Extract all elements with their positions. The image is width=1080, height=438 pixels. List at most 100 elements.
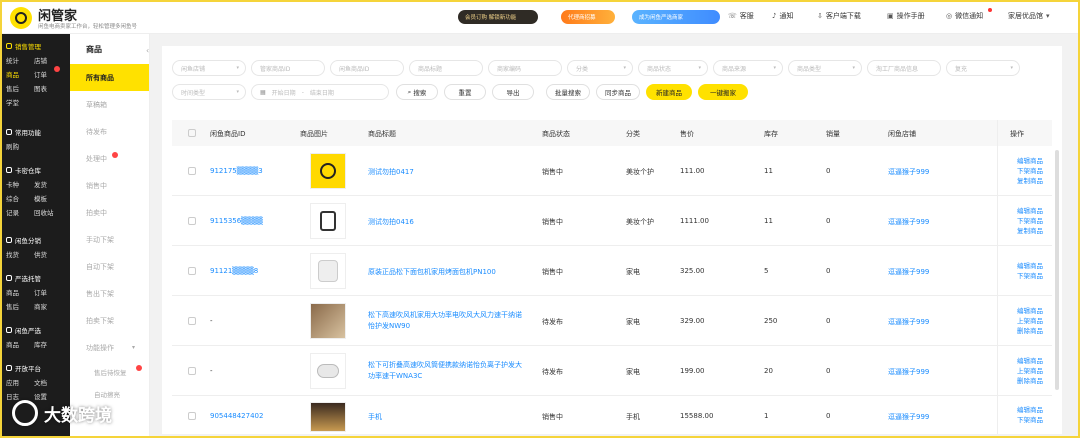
group-cardstore-title[interactable]: 卡密仓库	[2, 164, 70, 176]
manual-link[interactable]: ▣ 操作手册	[887, 11, 925, 21]
product-thumb-hairdryer[interactable]	[310, 353, 346, 389]
export-button[interactable]: 导出	[492, 84, 534, 100]
product-thumb-hairdryer-photo[interactable]	[310, 303, 346, 339]
group-distribution-title[interactable]: 闲鱼分销	[2, 234, 70, 246]
list-product-link[interactable]: 上架商品	[1017, 366, 1043, 376]
shop-link[interactable]: 逗逼猴子999	[888, 267, 929, 277]
group-sales-title[interactable]: 销售管理	[2, 40, 70, 52]
nav-hosting-orders[interactable]: 订单	[34, 287, 64, 297]
reset-button[interactable]: 重置	[444, 84, 486, 100]
date-range-picker[interactable]: ▦ 开始日期 - 结束日期	[251, 84, 389, 100]
product-title-link[interactable]: 测试勿拍0417	[368, 167, 414, 177]
nav-docs[interactable]: 文档	[34, 377, 64, 387]
subnav-processing[interactable]: 处理中	[70, 145, 149, 172]
filter-factory-info[interactable]: 淘工厂商品信息	[867, 60, 941, 76]
shop-link[interactable]: 逗逼猴子999	[888, 217, 929, 227]
filter-category[interactable]: 分类 ▾	[567, 60, 633, 76]
subnav-auction-off[interactable]: 拍卖下架	[70, 307, 149, 334]
subnav-auction[interactable]: 拍卖中	[70, 199, 149, 226]
filter-recharge[interactable]: 复充 ▾	[946, 60, 1020, 76]
shop-link[interactable]: 逗逼猴子999	[888, 412, 929, 422]
group-open-title[interactable]: 开放平台	[2, 362, 70, 374]
search-button[interactable]: ⌕ 搜索	[396, 84, 438, 100]
edit-product-link[interactable]: 编辑商品	[1017, 261, 1043, 271]
filter-status[interactable]: 商品状态 ▾	[638, 60, 708, 76]
row-checkbox[interactable]	[188, 167, 196, 175]
collapse-arrow-icon[interactable]: ‹	[146, 46, 149, 55]
product-title-link[interactable]: 原装正品松下面包机家用烤面包机PN100	[368, 267, 496, 277]
copy-product-link[interactable]: 复制商品	[1017, 226, 1043, 236]
nav-find-goods[interactable]: 找货	[6, 249, 34, 259]
product-thumb-clipboard[interactable]	[310, 203, 346, 239]
filter-shop[interactable]: 闲鱼店铺 ▾	[172, 60, 246, 76]
subnav-manual-off[interactable]: 手动下架	[70, 226, 149, 253]
nav-orders[interactable]: 订单	[34, 66, 64, 79]
nav-aftersale[interactable]: 售后	[6, 83, 34, 93]
product-id-link[interactable]: 91121▒▒▒▒8	[210, 267, 258, 275]
delete-product-link[interactable]: 删除商品	[1017, 376, 1043, 386]
copy-product-link[interactable]: 复制商品	[1017, 176, 1043, 186]
row-checkbox[interactable]	[188, 367, 196, 375]
nav-select-products[interactable]: 商品	[6, 339, 34, 349]
delist-product-link[interactable]: 下架商品	[1017, 271, 1043, 281]
product-id-link[interactable]: 905448427402	[210, 412, 263, 420]
subnav-aftersale-restore[interactable]: 售后待恢复	[70, 361, 149, 383]
nav-ship[interactable]: 发货	[34, 179, 64, 189]
one-click-move-button[interactable]: 一键搬家	[698, 84, 748, 100]
notification-link[interactable]: ♪ 通知	[772, 11, 793, 21]
edit-product-link[interactable]: 编辑商品	[1017, 306, 1043, 316]
row-checkbox[interactable]	[188, 412, 196, 420]
nav-hosting-products[interactable]: 商品	[6, 287, 34, 297]
filter-manager-id[interactable]: 管家商品ID	[251, 60, 325, 76]
row-checkbox[interactable]	[188, 317, 196, 325]
nav-records[interactable]: 记录	[6, 207, 34, 217]
edit-product-link[interactable]: 编辑商品	[1017, 156, 1043, 166]
shop-link[interactable]: 逗逼猴子999	[888, 317, 929, 327]
product-thumb-breadmaker[interactable]	[310, 253, 346, 289]
edit-product-link[interactable]: 编辑商品	[1017, 356, 1043, 366]
partner-merchant-button[interactable]: 成为闲鱼严选商家	[632, 10, 720, 24]
filter-merchant-code[interactable]: 商家编码	[488, 60, 562, 76]
nav-recycle[interactable]: 回收站	[34, 207, 64, 217]
product-thumb-logo[interactable]	[310, 153, 346, 189]
product-title-link[interactable]: 松下可折叠高速吹风筒便携款纳诺怡负离子护发大功率速干WNA3C	[368, 360, 528, 382]
nav-cardtype[interactable]: 卡种	[6, 179, 34, 189]
edit-product-link[interactable]: 编辑商品	[1017, 206, 1043, 216]
new-product-button[interactable]: 新建商品	[646, 84, 692, 100]
nav-stats[interactable]: 统计	[6, 55, 34, 65]
sync-products-button[interactable]: 同步商品	[596, 84, 640, 100]
wechat-notify-link[interactable]: ◎ 微信通知	[946, 11, 983, 21]
subnav-drafts[interactable]: 草稿箱	[70, 91, 149, 118]
select-all-checkbox[interactable]	[188, 129, 196, 137]
filter-type[interactable]: 商品类型 ▾	[788, 60, 862, 76]
nav-brush[interactable]: 刷购	[6, 141, 34, 151]
group-select-title[interactable]: 闲鱼严选	[2, 324, 70, 336]
row-checkbox[interactable]	[188, 267, 196, 275]
subnav-auto-off[interactable]: 自动下架	[70, 253, 149, 280]
edit-product-link[interactable]: 编辑商品	[1017, 405, 1043, 415]
filter-source[interactable]: 商品来源 ▾	[713, 60, 783, 76]
nav-overall[interactable]: 综合	[6, 193, 34, 203]
product-title-link[interactable]: 手机	[368, 412, 382, 422]
subnav-on-sale[interactable]: 销售中	[70, 172, 149, 199]
subnav-functions[interactable]: 功能操作 ▾	[70, 334, 149, 361]
vip-subscribe-button[interactable]: 会员订购 解锁新功能	[458, 10, 538, 24]
delete-product-link[interactable]: 删除商品	[1017, 326, 1043, 336]
nav-charts[interactable]: 图表	[34, 83, 64, 93]
shop-link[interactable]: 逗逼猴子999	[888, 167, 929, 177]
filter-title[interactable]: 商品标题	[409, 60, 483, 76]
subnav-sold-off[interactable]: 售出下架	[70, 280, 149, 307]
product-title-link[interactable]: 松下高速吹风机家用大功率电吹风大风力速干纳诺怡护发NW90	[368, 310, 528, 332]
product-id-link[interactable]: 912175▒▒▒▒3	[210, 167, 263, 175]
product-id-link[interactable]: 9115356▒▒▒▒	[210, 217, 263, 225]
nav-select-stock[interactable]: 库存	[34, 339, 64, 349]
client-download-link[interactable]: ⇩ 客户端下载	[817, 11, 861, 21]
nav-shop[interactable]: 店铺	[34, 55, 64, 65]
delist-product-link[interactable]: 下架商品	[1017, 216, 1043, 226]
product-title-link[interactable]: 测试勿拍0416	[368, 217, 414, 227]
table-scrollbar[interactable]	[1055, 150, 1059, 390]
subnav-all-products[interactable]: 所有商品	[70, 64, 149, 91]
nav-apps[interactable]: 应用	[6, 377, 34, 387]
group-common-title[interactable]: 常用功能	[2, 126, 70, 138]
nav-hosting-merchant[interactable]: 商家	[34, 301, 64, 311]
